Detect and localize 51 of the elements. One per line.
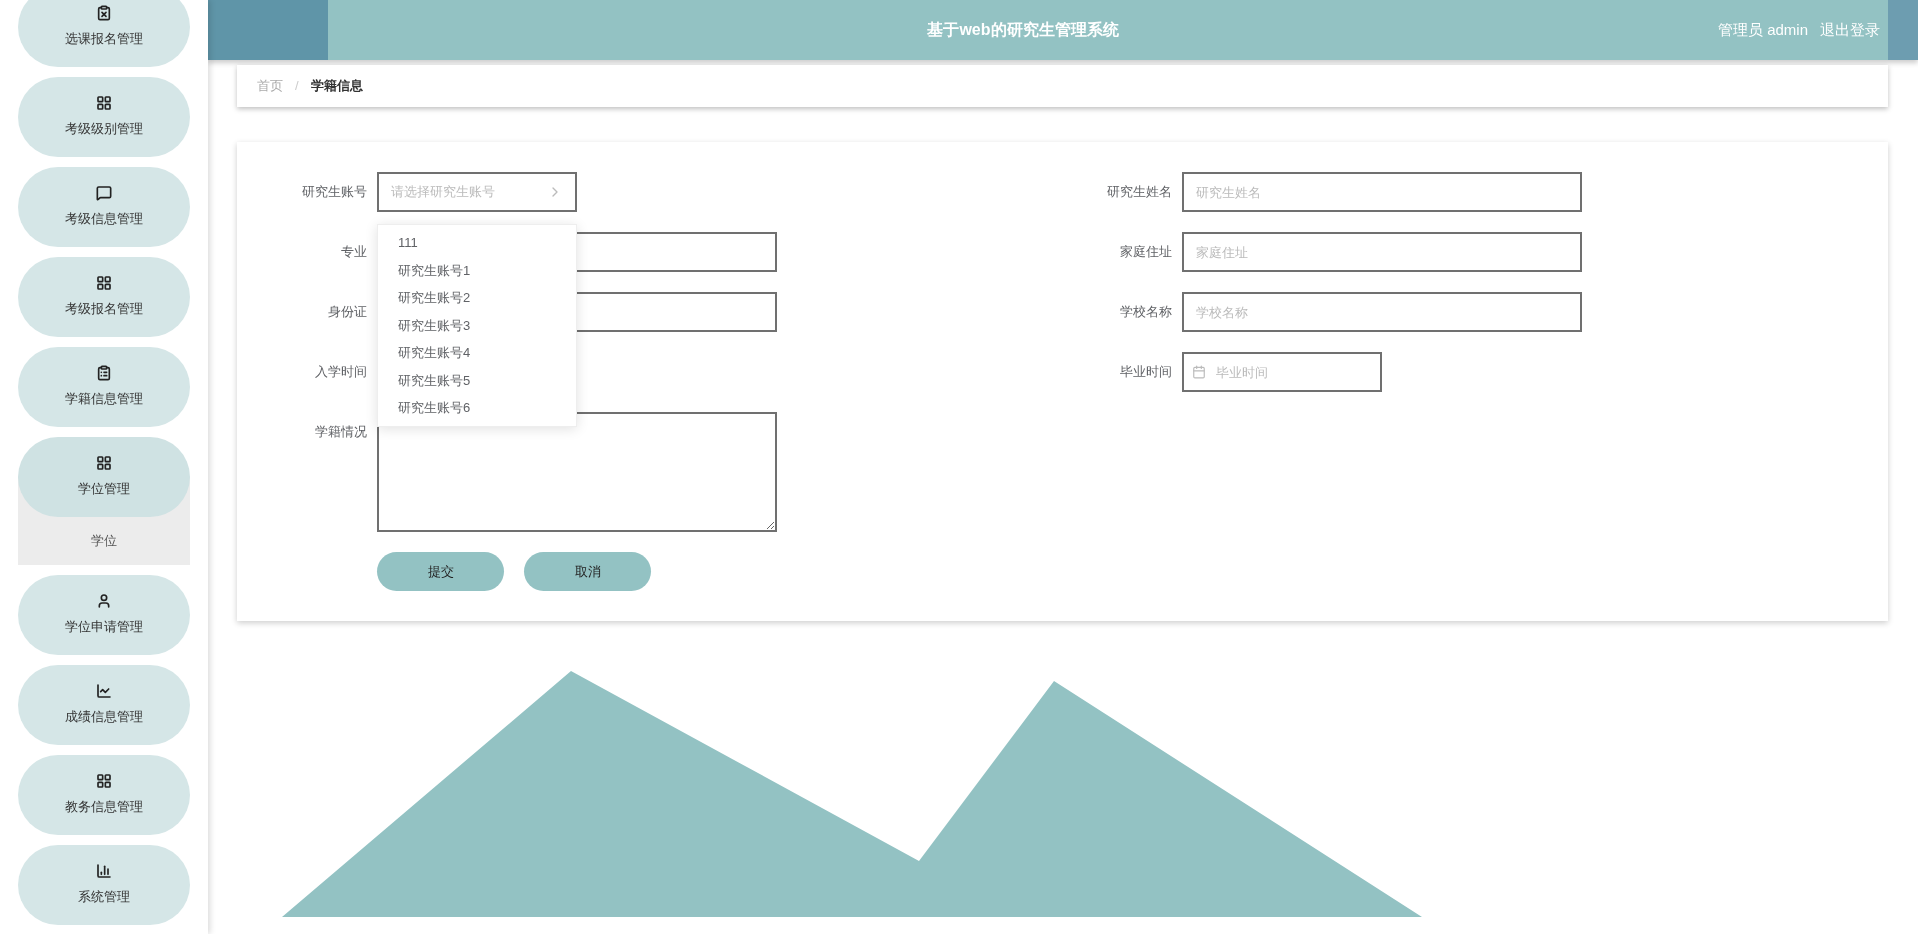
select-placeholder: 请选择研究生账号 [391,183,495,202]
grid-icon [96,773,112,790]
dropdown-option[interactable]: 研究生账号1 [378,256,576,284]
text-field[interactable]: 家庭住址 [1182,232,1582,272]
date-field[interactable]: 毕业时间 [1182,352,1382,392]
field-label: 毕业时间 [1119,363,1172,381]
breadcrumb-link[interactable]: 学籍信息 [310,76,363,96]
grid-icon [96,455,112,472]
field-label: 研究生姓名 [1106,183,1172,201]
menu-item[interactable]: 系统管理 [18,845,190,925]
menu-item[interactable]: 选课报名管理 [18,0,190,67]
field-label: 入学时间 [314,363,367,381]
text-field[interactable]: 研究生姓名 [1182,172,1582,212]
person-icon [96,593,112,610]
clipboard-x-icon [96,5,112,22]
menu-item[interactable]: 学位申请管理 [18,575,190,655]
dropdown-option[interactable]: 研究生账号5 [378,366,576,394]
dropdown-option[interactable]: 研究生账号3 [378,311,576,339]
field-label: 身份证 [327,303,367,321]
grid-icon [96,275,112,292]
menu-item[interactable]: 教务信息管理 [18,755,190,835]
form-button[interactable]: 提交 [377,552,504,591]
menu-item[interactable]: 考级报名管理 [18,257,190,337]
field-label: 研究生账号 [301,183,367,201]
menu-item[interactable]: 考级级别管理 [18,77,190,157]
submenu-item[interactable]: 学位 [18,517,190,565]
clipboard-icon [96,365,112,382]
field-label: 学籍情况 [314,423,367,441]
breadcrumb-separator: / [295,77,299,96]
chat-icon [96,185,112,202]
form-button[interactable]: 取消 [524,552,651,591]
dropdown-option[interactable]: 111 [378,229,576,257]
user-name: 管理员 admin [1717,19,1808,40]
textarea-field[interactable] [377,412,777,532]
dropdown-option[interactable]: 研究生账号6 [378,394,576,422]
field-label: 家庭住址 [1119,243,1172,261]
leaf-photo [1888,0,1918,60]
menu-item[interactable]: 考级信息管理 [18,167,190,247]
app-title: 基于web的研究生管理系统 [926,20,1120,40]
calendar-icon [1192,365,1206,379]
menu-item[interactable]: 成绩信息管理 [18,665,190,745]
text-field[interactable]: 学校名称 [1182,292,1582,332]
dropdown-option[interactable]: 研究生账号4 [378,339,576,367]
menu-item[interactable]: 学位管理 [18,437,190,517]
line-chart-icon [96,683,112,700]
grid-icon [96,95,112,112]
bar-chart-icon [96,863,112,880]
dropdown-option[interactable]: 研究生账号2 [378,284,576,312]
field-label: 学校名称 [1119,303,1172,321]
field-label: 专业 [340,243,367,261]
menu-item[interactable]: 学籍信息管理 [18,347,190,427]
